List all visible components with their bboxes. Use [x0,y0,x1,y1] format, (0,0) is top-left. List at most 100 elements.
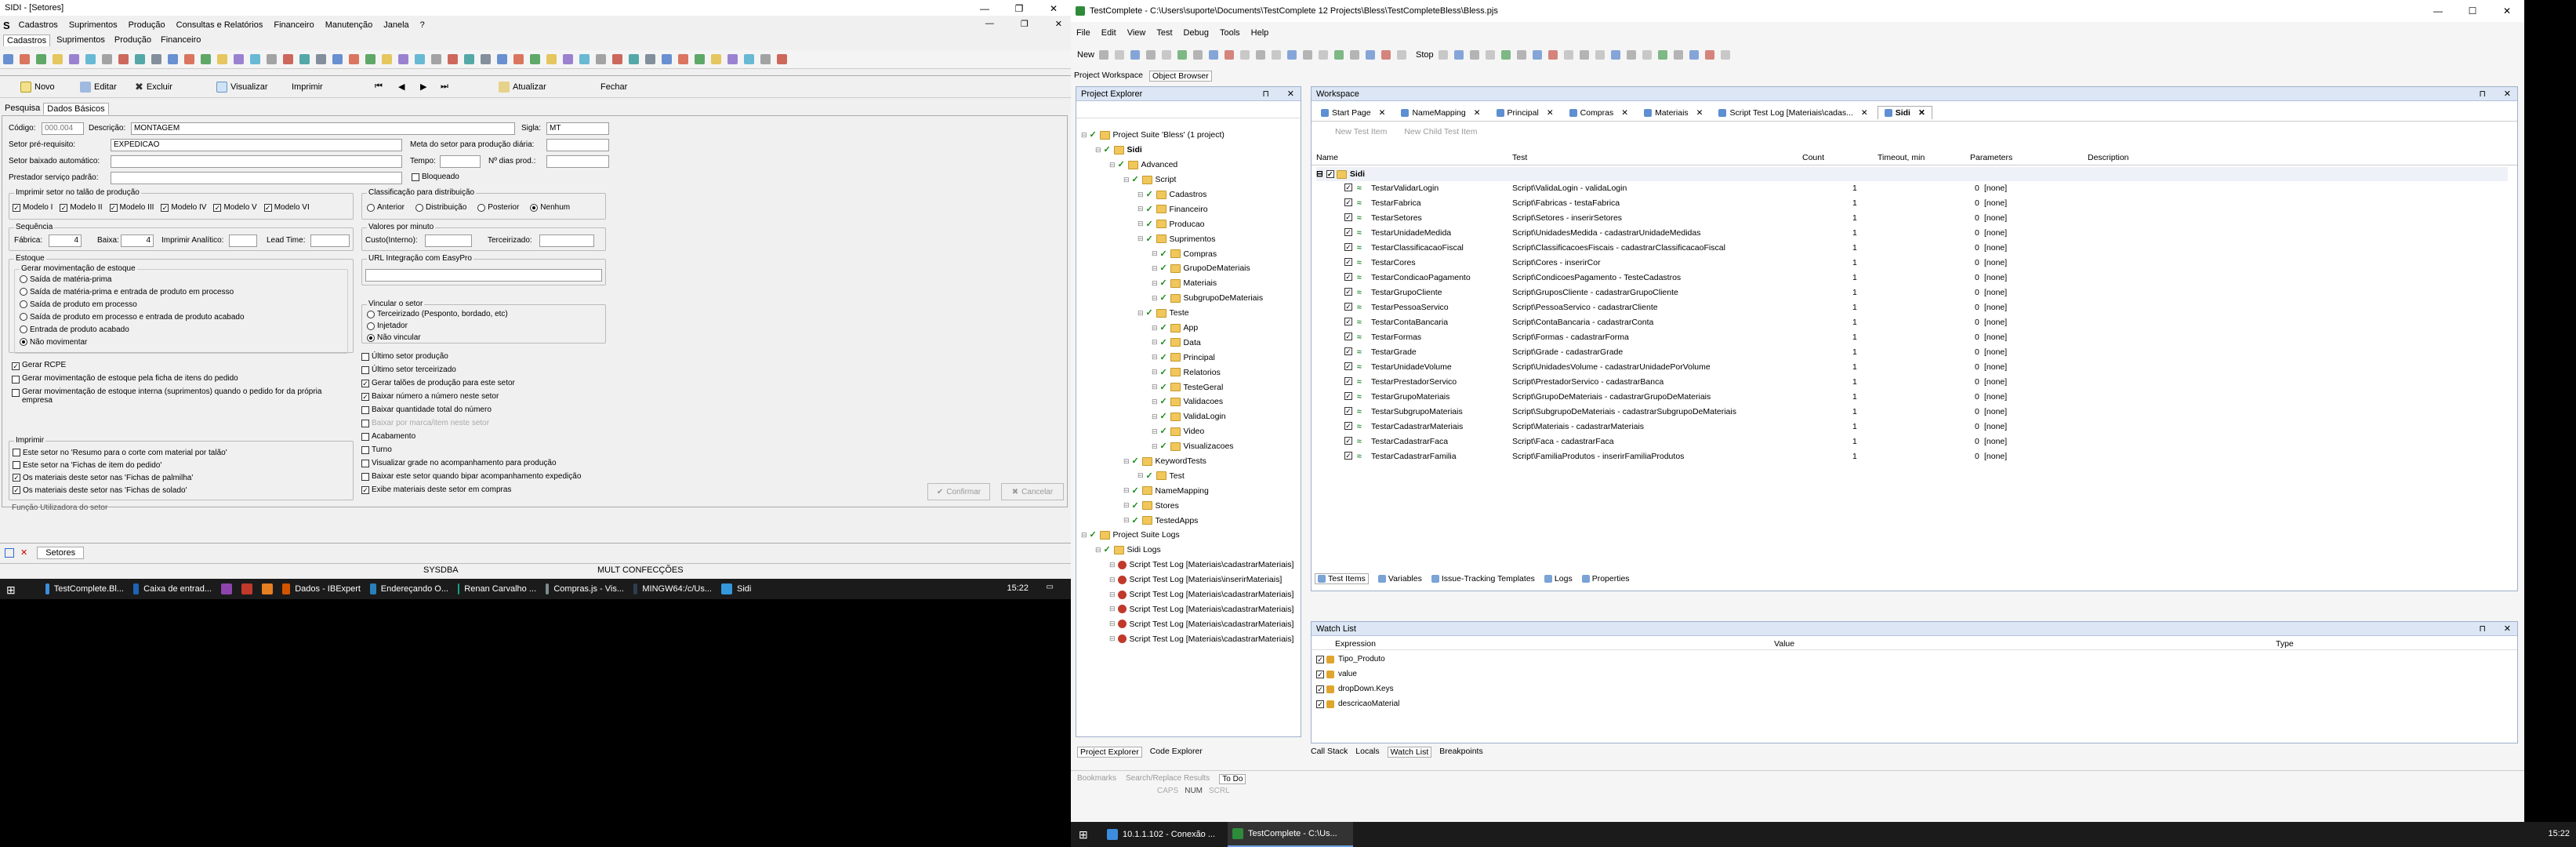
toolbar-icon[interactable] [1350,50,1360,60]
expand-icon[interactable]: ⊟ [1123,176,1130,184]
expand-icon[interactable]: ⊟ [1152,249,1158,258]
fabrica-field[interactable]: 4 [49,234,82,247]
toolbar-icon[interactable] [1469,50,1479,60]
workspace-tab[interactable]: Principal ✕ [1490,107,1560,119]
modelo-checkbox[interactable]: ✓ Modelo III [109,203,154,212]
expand-icon[interactable]: ⊟ [1152,442,1158,451]
tab-close-icon[interactable]: ✕ [1696,108,1703,118]
tree-node[interactable]: ⊟ ✓ KeywordTests [1081,454,1301,469]
expand-icon[interactable]: ⊟ [1109,620,1116,628]
tree-node[interactable]: ⊟ ✓ Project Suite Logs [1081,528,1301,543]
left-taskbar-item[interactable]: Endereçando O... [365,579,453,599]
toolbar-icon[interactable] [1485,50,1495,60]
expand-icon[interactable]: ⊟ [1109,576,1116,584]
test-item-checkbox[interactable]: ✓ [1344,318,1352,325]
right-checkbox[interactable]: Baixar quantidade total do número [361,403,581,416]
toolbar-icon[interactable] [20,54,30,64]
watch-col-type[interactable]: Type [2276,639,2294,649]
toolbar-icon[interactable] [448,54,458,64]
explorer-pin-icon[interactable]: ⊓ [1262,89,1269,99]
toolbar-icon[interactable] [267,54,277,64]
tab-project-workspace[interactable]: Project Workspace [1074,71,1143,82]
tab-object-browser[interactable]: Object Browser [1148,71,1212,82]
cancelar-button[interactable]: ✖ Cancelar [1001,483,1064,500]
toolbar-icon[interactable] [1704,50,1714,60]
toolbar-icon[interactable] [250,54,260,64]
workspace-pin-icon[interactable]: ⊓ [2479,89,2486,99]
left-taskbar-item[interactable]: TestComplete.Bl... [41,579,129,599]
grid-col-header[interactable]: Description [2088,153,2129,162]
test-item-row[interactable]: ✓ ≈ TestarValidarLogin Script\ValidaLogin -… [1312,181,2517,196]
workspace-bottom-tab[interactable]: Test Items [1315,573,1369,584]
tc-menu-tools[interactable]: Tools [1214,28,1246,38]
toolbar-icon[interactable] [1438,50,1448,60]
expand-icon[interactable]: ⊟ [1081,531,1087,540]
watch-close-icon[interactable]: ✕ [2504,623,2511,634]
estoque-radio[interactable]: Saída de matéria-prima e entrada de prod… [20,285,245,298]
toolbar-icon[interactable] [1397,50,1407,60]
toolbar-icon[interactable] [1366,50,1376,60]
toolbar-icon[interactable] [497,54,507,64]
menu-financeiro[interactable]: Financeiro [268,20,319,30]
expand-icon[interactable]: ⊟ [1123,457,1130,466]
expand-icon[interactable]: ⊟ [1123,486,1130,495]
tree-node[interactable]: ⊟ Script Test Log [Materiais\cadastrarMat… [1081,602,1301,617]
prestador-select[interactable] [111,172,402,184]
setor-pre-select[interactable]: EXPEDICAO [111,139,402,151]
tree-node[interactable]: ⊟ ✓ Compras [1081,246,1301,261]
toolbar-icon[interactable] [431,54,441,64]
debug-tab[interactable]: Locals [1355,747,1379,758]
tree-node[interactable]: ⊟ ✓ Advanced [1081,158,1301,173]
tree-node[interactable]: ⊟ ✓ Relatorios [1081,365,1301,380]
menu-cadastros[interactable]: Cadastros [13,20,63,30]
test-item-checkbox[interactable]: ✓ [1344,184,1352,191]
toolbar-icon[interactable] [53,54,63,64]
imprimir-checkbox[interactable]: Este setor no 'Resumo para o corte com m… [13,446,227,459]
confirmar-button[interactable]: ✔ Confirmar [927,483,990,500]
estoque-radio[interactable]: Não movimentar [20,336,245,348]
tree-node[interactable]: ⊟ Script Test Log [Materiais\cadastrarMat… [1081,616,1301,631]
excluir-button[interactable]: ✖ Excluir [135,81,172,93]
toolbar-icon[interactable] [1256,50,1266,60]
radio-injetador[interactable]: Injetador [367,322,408,330]
tree-node[interactable]: ⊟ ✓ Test [1081,468,1301,483]
tc-menu-help[interactable]: Help [1246,28,1275,38]
toolbar-icon[interactable] [678,54,688,64]
tree-node[interactable]: ⊟ ✓ Cadastros [1081,187,1301,202]
minimize-button[interactable]: — [967,0,1002,17]
watch-col-expression[interactable]: Expression [1335,639,1376,649]
menu-help[interactable]: ? [415,20,430,30]
toolbar-icon[interactable] [102,54,112,64]
test-item-checkbox[interactable]: ✓ [1344,288,1352,296]
module-tab-producao[interactable]: Produção [111,35,154,46]
toolbar-icon[interactable] [1303,50,1313,60]
test-item-checkbox[interactable]: ✓ [1344,228,1352,236]
toolbar-icon[interactable] [299,54,310,64]
toolbar-icon[interactable] [1272,50,1282,60]
toolbar-icon[interactable] [1579,50,1589,60]
expand-icon[interactable]: ⊟ [1109,634,1116,643]
toolbar-icon[interactable] [1209,50,1219,60]
right-checkbox[interactable]: Último setor produção [361,350,581,363]
radio-distribuicao[interactable]: Distribuição [415,203,466,212]
test-item-checkbox[interactable]: ✓ [1344,273,1352,281]
nav-last-button[interactable]: ⏭ [441,82,448,92]
toolbar-icon[interactable] [695,54,705,64]
workspace-bottom-tab[interactable]: Logs [1544,574,1573,583]
tree-node[interactable]: ⊟ ✓ Visualizacoes [1081,439,1301,454]
toolbar-icon[interactable] [1626,50,1636,60]
toolbar-icon[interactable] [612,54,622,64]
workspace-tab[interactable]: NameMapping ✕ [1395,107,1486,119]
imprimir-checkbox[interactable]: Este setor na 'Fichas de item do pedido' [13,459,227,471]
expand-icon[interactable]: ⊟ [1152,427,1158,436]
toolbar-icon[interactable] [1689,50,1699,60]
tab-close-icon[interactable]: ✕ [1474,108,1481,118]
estoque-checkbox[interactable]: Gerar movimentação de estoque pela ficha… [12,374,349,387]
toolbar-icon[interactable] [1319,50,1329,60]
tc-maximize-button[interactable]: ☐ [2455,2,2490,20]
novo-button[interactable]: Novo [20,81,55,93]
test-item-checkbox[interactable]: ✓ [1344,437,1352,445]
expand-icon[interactable]: ⊟ [1152,264,1158,273]
expand-icon[interactable]: ⊟ [1137,309,1144,318]
toolbar-icon[interactable] [760,54,771,64]
